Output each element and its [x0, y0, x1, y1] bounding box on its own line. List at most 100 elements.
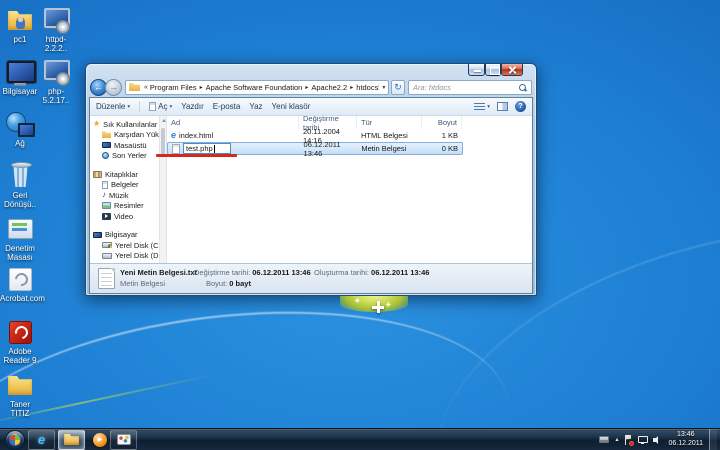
mouse-cursor: [372, 301, 384, 313]
picture-icon: [102, 202, 111, 210]
sidebar-scrollbar[interactable]: [159, 116, 167, 263]
sidebar-group-computer[interactable]: Bilgisayar: [90, 230, 159, 241]
column-header-name[interactable]: Ad: [167, 116, 299, 129]
desktop-icon-label: pc1: [13, 35, 27, 44]
sidebar-item-recent-places[interactable]: Son Yerler: [90, 151, 159, 162]
recycle-bin-icon: [4, 162, 36, 190]
desktop-icon-recycle-bin[interactable]: Geri Dönüşü..: [0, 162, 40, 209]
print-button[interactable]: Yazdır: [181, 102, 204, 111]
sidebar-item-downloads[interactable]: Karşıdan Yüklem: [90, 130, 159, 141]
show-desktop-button[interactable]: [709, 428, 717, 450]
desktop-icon-label: Geri Dönüşü..: [3, 191, 37, 210]
breadcrumb-overflow-icon[interactable]: «: [144, 84, 148, 91]
burn-button[interactable]: Yaz: [249, 102, 262, 111]
breadcrumb-dropdown-icon[interactable]: ▾: [378, 83, 385, 91]
list-view-icon: [474, 102, 486, 111]
minimize-button[interactable]: [468, 64, 485, 76]
libraries-icon: [93, 170, 102, 178]
breadcrumb-item-apache22[interactable]: Apache2.2: [311, 83, 347, 92]
breadcrumb-item-apache-software-foundation[interactable]: Apache Software Foundation: [206, 83, 303, 92]
breadcrumb-arrow-icon[interactable]: ▸: [200, 84, 203, 91]
show-hidden-icons-button[interactable]: ▴: [615, 437, 618, 443]
breadcrumb-item-htdocs[interactable]: htdocs: [356, 83, 378, 92]
desktop-icon-label: Bilgisayar: [2, 87, 38, 96]
html-file-icon: e: [171, 130, 177, 140]
device-tray-icon[interactable]: [599, 436, 610, 443]
new-folder-button[interactable]: Yeni klasör: [272, 102, 311, 111]
folder-icon: [129, 83, 140, 91]
breadcrumb-arrow-icon[interactable]: ▸: [305, 84, 308, 91]
sidebar-item-label: Video: [114, 211, 134, 221]
sidebar-item-local-disk-d[interactable]: Yerel Disk (D:): [90, 251, 159, 262]
taskbar-item-windows-explorer[interactable]: [58, 429, 85, 450]
taskbar-clock[interactable]: 13:46 06.12.2011: [668, 431, 703, 448]
desktop-icon-network[interactable]: Ağ: [0, 110, 40, 148]
network-tray-icon[interactable]: [638, 435, 649, 444]
column-header-type[interactable]: Tür: [357, 116, 422, 129]
sidebar-item-video[interactable]: Video: [90, 211, 159, 222]
search-input[interactable]: Ara: htdocs: [408, 79, 532, 95]
taskbar-item-paint[interactable]: [110, 429, 137, 450]
sidebar-item-local-disk-c[interactable]: Yerel Disk (C:): [90, 240, 159, 251]
change-view-button[interactable]: ▾: [474, 102, 490, 111]
sidebar-item-music[interactable]: ♪ Müzik: [90, 190, 159, 201]
sidebar-group-favorites[interactable]: ★ Sık Kullanılanlar: [90, 119, 159, 130]
annotation-underline: [156, 153, 237, 157]
desktop-icon-pc1[interactable]: pc1: [0, 6, 40, 44]
burn-label: Yaz: [249, 102, 263, 111]
sidebar-item-documents[interactable]: Belgeler: [90, 180, 159, 191]
desktop-icon: [102, 142, 111, 149]
volume-icon[interactable]: [653, 435, 662, 444]
system-tray: ▴ 13:46 06.12.2011: [599, 428, 720, 450]
organize-menu-button[interactable]: Düzenle ▾: [96, 102, 130, 111]
forward-button[interactable]: →: [105, 78, 122, 96]
help-icon[interactable]: ?: [515, 101, 526, 112]
breadcrumb[interactable]: « Program Files ▸ Apache Software Founda…: [125, 79, 389, 95]
rename-input[interactable]: test.php: [183, 143, 231, 154]
acrobat-icon: [4, 265, 36, 293]
column-label: Tür: [361, 118, 373, 127]
desktop-icon-adobe-reader[interactable]: Adobe Reader 9: [0, 318, 40, 365]
star-icon: ★: [93, 119, 101, 129]
desktop-icon-control-panel[interactable]: Denetim Masası: [0, 215, 40, 262]
action-center-icon[interactable]: [624, 434, 635, 446]
desktop-icon-php-installer[interactable]: php-5.2.17..: [36, 58, 76, 105]
file-name: index.html: [179, 131, 214, 140]
text-caret: [213, 144, 215, 153]
window-titlebar[interactable]: [86, 64, 536, 77]
open-menu-button[interactable]: Aç ▾: [149, 102, 172, 111]
control-panel-icon: [4, 215, 36, 243]
file-list: Ad Değiştirme tarihi Tür Boyut e index.h…: [167, 116, 532, 263]
taskbar-item-internet-explorer[interactable]: e: [28, 429, 55, 450]
search-icon[interactable]: [518, 83, 527, 92]
sidebar-item-label: Yerel Disk (D:): [115, 251, 159, 261]
maximize-button[interactable]: [485, 64, 501, 76]
breadcrumb-item-program-files[interactable]: Program Files: [150, 83, 197, 92]
refresh-button[interactable]: ↻: [391, 79, 405, 95]
desktop-icon-acrobat-com[interactable]: Acrobat.com: [0, 265, 45, 303]
chevron-down-icon: ▾: [127, 103, 131, 110]
taskbar-item-media-player[interactable]: ▶: [93, 432, 107, 447]
sidebar-group-libraries[interactable]: Kitaplıklar: [90, 169, 159, 180]
email-button[interactable]: E-posta: [213, 102, 241, 111]
desktop-icon-taner-folder[interactable]: Taner TITIZ: [0, 371, 40, 418]
sidebar-item-pictures[interactable]: Resimler: [90, 201, 159, 212]
address-bar: ← → « Program Files ▸ Apache Software Fo…: [86, 77, 536, 97]
toolbar-divider: [139, 101, 141, 112]
close-button[interactable]: [501, 64, 523, 76]
desktop-icon-computer[interactable]: Bilgisayar: [0, 58, 40, 96]
breadcrumb-arrow-icon[interactable]: ▸: [350, 84, 353, 91]
preview-pane-icon[interactable]: [497, 102, 508, 111]
sidebar-group-label: Kitaplıklar: [105, 169, 138, 179]
email-label: E-posta: [212, 102, 241, 111]
sidebar-item-desktop[interactable]: Masaüstü: [90, 140, 159, 151]
sidebar-group-label: Sık Kullanılanlar: [103, 119, 158, 129]
file-type: Metin Belgesi: [361, 144, 407, 153]
document-icon: [102, 180, 108, 189]
desktop-icon-httpd-installer[interactable]: httpd-2.2.2..: [36, 6, 76, 53]
paint-icon: [116, 434, 131, 445]
column-header-size[interactable]: Boyut: [422, 116, 462, 129]
start-button[interactable]: [5, 429, 25, 450]
forward-arrow-icon: →: [109, 81, 118, 92]
column-label: Ad: [171, 118, 181, 127]
